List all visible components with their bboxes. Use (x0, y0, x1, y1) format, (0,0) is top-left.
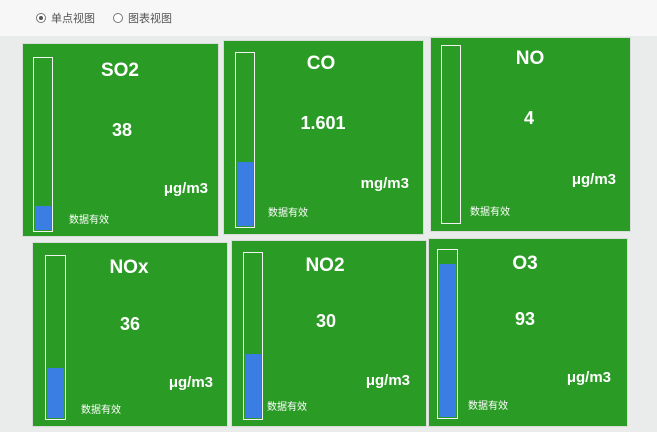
chart-view-label: 图表视图 (128, 13, 172, 25)
reading-unit: μg/m3 (571, 171, 616, 188)
pollutant-name: NO (515, 48, 545, 69)
reading-unit: μg/m3 (168, 374, 213, 391)
reading-unit: μg/m3 (163, 180, 208, 197)
sensor-panel-no[interactable]: NO 4 μg/m3 数据有效 (431, 38, 630, 231)
level-gauge-fill (35, 206, 51, 230)
reading-value: 93 (514, 309, 536, 329)
reading-value: 30 (315, 311, 337, 331)
sensor-panel-so2[interactable]: SO2 38 μg/m3 数据有效 (23, 44, 218, 236)
level-gauge-fill (439, 264, 456, 417)
pollutant-name: NO2 (305, 255, 345, 276)
sensor-panel-nox[interactable]: NOx 36 μg/m3 数据有效 (33, 243, 227, 426)
radio-checked-icon (36, 13, 46, 23)
single-point-view-radio[interactable]: 单点视图 (36, 10, 95, 26)
data-status-label: 数据有效 (268, 208, 308, 219)
sensor-panel-o3[interactable]: O3 93 μg/m3 数据有效 (429, 239, 627, 426)
chart-view-radio[interactable]: 图表视图 (113, 10, 172, 26)
level-gauge-fill (245, 353, 261, 418)
single-point-view-label: 单点视图 (51, 13, 95, 25)
pollutant-name: SO2 (100, 60, 140, 81)
level-gauge-fill (47, 367, 64, 418)
reading-unit: μg/m3 (365, 372, 410, 389)
data-status-label: 数据有效 (81, 405, 121, 416)
level-gauge (45, 255, 66, 420)
level-gauge (235, 52, 255, 228)
reading-unit: μg/m3 (566, 369, 611, 386)
data-status-label: 数据有效 (267, 402, 307, 413)
data-status-label: 数据有效 (470, 207, 510, 218)
level-gauge (243, 252, 263, 420)
level-gauge-fill (237, 161, 253, 226)
reading-value: 38 (111, 120, 133, 140)
data-status-label: 数据有效 (69, 215, 109, 226)
radio-unchecked-icon (113, 13, 123, 23)
level-gauge (33, 57, 53, 232)
level-gauge (441, 45, 461, 224)
pollutant-name: NOx (109, 257, 149, 278)
reading-value: 1.601 (300, 113, 346, 133)
pollutant-name: O3 (512, 253, 538, 274)
sensor-panel-no2[interactable]: NO2 30 μg/m3 数据有效 (232, 241, 426, 426)
reading-unit: mg/m3 (360, 175, 409, 192)
sensor-panel-co[interactable]: CO 1.601 mg/m3 数据有效 (224, 41, 423, 234)
pollutant-name: CO (306, 53, 336, 74)
level-gauge (437, 249, 458, 419)
data-status-label: 数据有效 (468, 401, 508, 412)
view-mode-radio-group: 单点视图 图表视图 (36, 10, 172, 26)
view-toolbar: 单点视图 图表视图 (0, 0, 657, 36)
reading-value: 36 (119, 314, 141, 334)
reading-value: 4 (523, 108, 535, 128)
